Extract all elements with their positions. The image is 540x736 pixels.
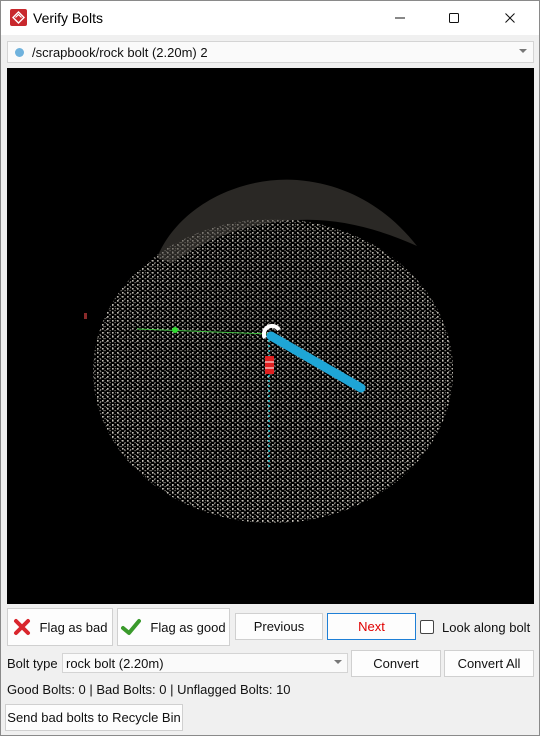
recycle-label: Send bad bolts to Recycle Bin: [7, 710, 181, 725]
app-logo-icon: [10, 9, 27, 26]
next-label: Next: [358, 619, 385, 634]
title-bar: Verify Bolts: [1, 1, 539, 35]
object-status-dot-icon: [15, 48, 24, 57]
flag-bad-button[interactable]: Flag as bad: [7, 608, 113, 646]
window-title: Verify Bolts: [33, 10, 104, 26]
previous-label: Previous: [253, 619, 305, 634]
chevron-down-icon: [519, 49, 527, 53]
bolt-type-value: rock bolt (2.20m): [66, 656, 164, 671]
point-cloud-scene: [84, 179, 453, 523]
convert-all-button[interactable]: Convert All: [444, 650, 534, 677]
next-button[interactable]: Next: [327, 613, 416, 640]
verify-bolts-window: Verify Bolts /scrapbook/rock bolt (2.20m…: [0, 0, 540, 736]
flag-bad-label: Flag as bad: [39, 619, 108, 635]
convert-all-label: Convert All: [457, 656, 521, 671]
bolt-type-dropdown[interactable]: rock bolt (2.20m): [62, 653, 348, 673]
red-marker: [265, 356, 274, 374]
convert-label: Convert: [373, 656, 419, 671]
flag-good-button[interactable]: Flag as good: [117, 608, 230, 646]
bolt-path-dropdown[interactable]: /scrapbook/rock bolt (2.20m) 2: [7, 41, 534, 63]
close-button[interactable]: [487, 1, 533, 35]
send-to-recycle-bin-button[interactable]: Send bad bolts to Recycle Bin: [5, 704, 183, 731]
look-along-bolt-option[interactable]: Look along bolt: [420, 618, 530, 636]
close-icon: [505, 13, 515, 23]
maximize-icon: [449, 13, 459, 23]
bolt-count-status: Good Bolts: 0 | Bad Bolts: 0 | Unflagged…: [7, 682, 291, 697]
bolt-path-value: /scrapbook/rock bolt (2.20m) 2: [32, 45, 208, 60]
look-along-bolt-label: Look along bolt: [442, 619, 531, 635]
minimize-icon: [395, 17, 405, 19]
previous-button[interactable]: Previous: [235, 613, 323, 640]
flag-good-label: Flag as good: [150, 619, 226, 635]
chevron-down-icon: [334, 660, 342, 664]
convert-button[interactable]: Convert: [351, 650, 441, 677]
point-cloud-viewer[interactable]: [7, 68, 534, 604]
green-check-icon: [121, 619, 142, 635]
look-along-bolt-checkbox[interactable]: [420, 620, 434, 634]
red-x-icon: [13, 619, 30, 635]
bolt-type-label: Bolt type: [7, 656, 58, 671]
minimize-button[interactable]: [377, 1, 423, 35]
maximize-button[interactable]: [431, 1, 477, 35]
